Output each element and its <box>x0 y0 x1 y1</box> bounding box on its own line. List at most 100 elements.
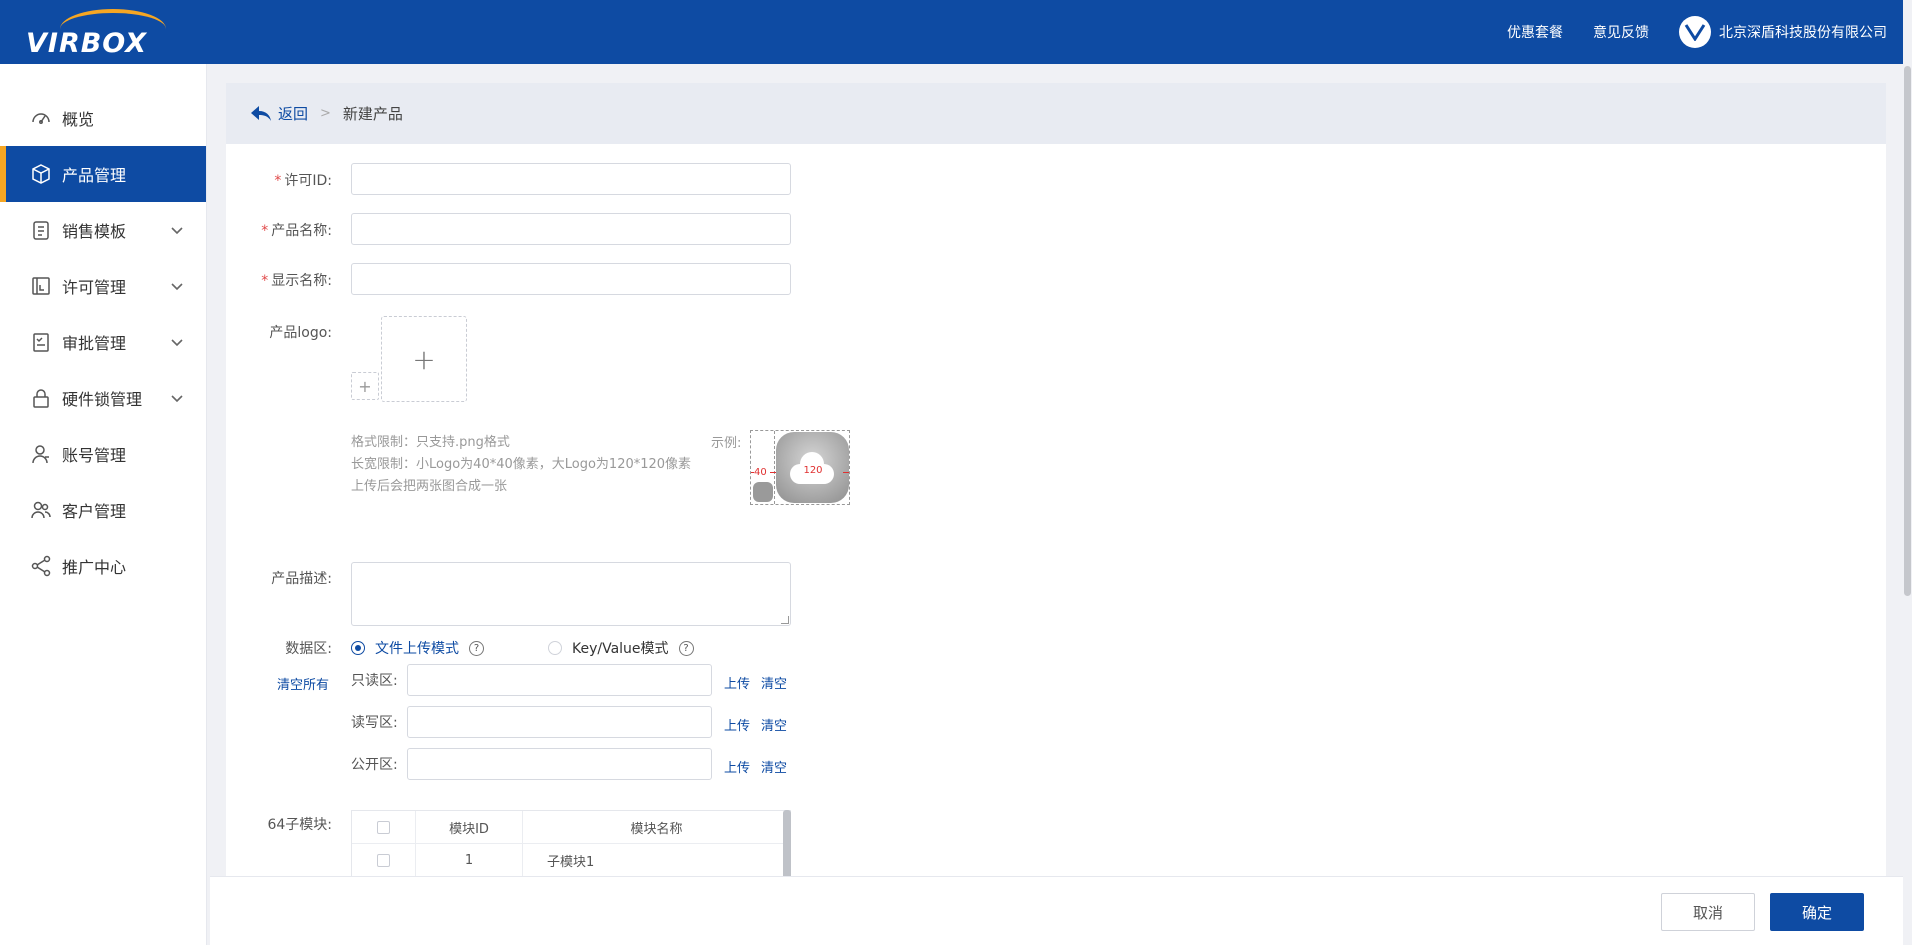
virbox-logo[interactable]: VIRBOX <box>24 8 180 59</box>
size-tick <box>843 472 849 473</box>
cancel-button[interactable]: 取消 <box>1661 893 1755 931</box>
public-upload-link[interactable]: 上传 <box>724 757 750 776</box>
readwrite-upload-link[interactable]: 上传 <box>724 715 750 734</box>
logo-label: 产品logo: <box>269 325 332 341</box>
readwrite-zone-input[interactable] <box>407 706 712 738</box>
display-name-label: * 显示名称: <box>261 273 332 289</box>
sidebar-item-label: 许可管理 <box>62 278 127 297</box>
sidebar-item-hardware-lock[interactable]: 硬件锁管理 <box>0 370 206 426</box>
dashboard-icon <box>30 107 52 129</box>
display-name-input[interactable] <box>351 263 791 295</box>
clear-all-link[interactable]: 清空所有 <box>277 674 329 693</box>
public-zone-input[interactable] <box>407 748 712 780</box>
chevron-down-icon <box>170 278 184 292</box>
top-header: VIRBOX 优惠套餐 意见反馈 北京深盾科技股份有限公司 <box>0 0 1903 64</box>
main-content: 返回 > 新建产品 * 许可ID: * 产品名称: * 显示名称: 产品logo: +… <box>226 83 1886 945</box>
sidebar-item-label: 客户管理 <box>62 502 127 521</box>
example-small-size: 40 <box>754 467 767 478</box>
module-id-cell: 1 <box>416 844 523 876</box>
product-name-input[interactable] <box>351 213 791 245</box>
readonly-upload-link[interactable]: 上传 <box>724 673 750 692</box>
sidebar-item-label: 推广中心 <box>62 558 127 577</box>
resize-grip-icon[interactable] <box>781 616 789 624</box>
column-header-module-name: 模块名称 <box>630 821 683 837</box>
feedback-link[interactable]: 意见反馈 <box>1593 22 1649 42</box>
plus-icon: + <box>358 376 372 396</box>
breadcrumb-separator-icon: > <box>320 106 331 121</box>
row-checkbox[interactable] <box>377 853 390 867</box>
help-icon[interactable]: ? <box>469 640 484 656</box>
sidebar-item-approval-management[interactable]: 审批管理 <box>0 314 206 370</box>
sidebar-item-promotion-center[interactable]: 推广中心 <box>0 538 206 594</box>
big-logo-upload[interactable]: + <box>381 316 467 402</box>
public-zone-label: 公开区: <box>351 757 398 773</box>
radio-dot <box>351 641 365 655</box>
back-button[interactable]: 返回 <box>250 103 308 124</box>
readonly-clear-link[interactable]: 清空 <box>761 673 787 692</box>
back-arrow-icon <box>251 105 271 121</box>
sidebar: 概览 产品管理 销售模板 许可管理 审批管理 硬件锁管理 账号管理 客户管理 推… <box>0 64 207 945</box>
radio-key-value-mode[interactable]: Key/Value模式 ? <box>548 638 694 658</box>
plus-icon: + <box>412 342 436 376</box>
breadcrumb: 返回 > 新建产品 <box>226 83 1886 144</box>
logo-hint-format: 格式限制：只支持.png格式 <box>351 435 510 450</box>
sidebar-item-label: 账号管理 <box>62 446 127 465</box>
sidebar-item-label: 硬件锁管理 <box>62 390 143 409</box>
logo-text: VIRBOX <box>26 28 148 59</box>
readonly-zone-input[interactable] <box>407 664 712 696</box>
public-clear-link[interactable]: 清空 <box>761 757 787 776</box>
description-textarea[interactable] <box>351 562 791 626</box>
logo-hints: 格式限制：只支持.png格式 长宽限制：小Logo为40*40像素，大Logo为… <box>351 432 691 498</box>
users-icon <box>30 499 52 521</box>
sidebar-item-label: 审批管理 <box>62 334 127 353</box>
example-label: 示例: <box>711 436 742 451</box>
sidebar-item-license-management[interactable]: 许可管理 <box>0 258 206 314</box>
example-big-cloud-icon: 120 <box>776 432 849 503</box>
share-icon <box>30 555 52 577</box>
sidebar-item-sales-template[interactable]: 销售模板 <box>0 202 206 258</box>
module-name-cell: 子模块1 <box>547 854 595 870</box>
company-menu[interactable]: 北京深盾科技股份有限公司 <box>1679 16 1887 48</box>
radio-file-upload-mode[interactable]: 文件上传模式 ? <box>351 638 484 658</box>
action-bar: 取消 确定 <box>210 876 1903 945</box>
sidebar-item-account-management[interactable]: 账号管理 <box>0 426 206 482</box>
sidebar-item-overview[interactable]: 概览 <box>0 90 206 146</box>
confirm-button[interactable]: 确定 <box>1770 893 1864 931</box>
table-header-row: 模块ID 模块名称 <box>352 811 790 844</box>
chevron-down-icon <box>170 334 184 348</box>
size-tick <box>751 472 754 473</box>
clipboard-icon <box>30 219 52 241</box>
column-header-module-id: 模块ID <box>416 811 523 843</box>
logo-hint-merge: 上传后会把两张图合成一张 <box>351 479 508 494</box>
modules-table: 模块ID 模块名称 1 子模块1 <box>351 810 791 878</box>
logo-hint-size: 长宽限制：小Logo为40*40像素，大Logo为120*120像素 <box>351 457 692 472</box>
back-label: 返回 <box>278 105 309 123</box>
license-icon <box>30 275 52 297</box>
page-scrollbar[interactable] <box>1903 0 1912 945</box>
sidebar-item-label: 概览 <box>62 110 95 129</box>
promo-link[interactable]: 优惠套餐 <box>1507 22 1563 42</box>
lock-icon <box>30 387 52 409</box>
data-area-label: 数据区: <box>285 641 332 657</box>
help-icon[interactable]: ? <box>678 640 694 656</box>
description-label: 产品描述: <box>271 571 332 587</box>
sidebar-item-product-management[interactable]: 产品管理 <box>0 146 206 202</box>
select-all-checkbox[interactable] <box>377 820 390 834</box>
small-logo-upload[interactable]: + <box>351 372 379 400</box>
modules-label: 64子模块: <box>267 817 332 833</box>
chevron-down-icon <box>170 390 184 404</box>
table-row[interactable]: 1 子模块1 <box>352 844 790 877</box>
readwrite-zone-label: 读写区: <box>351 715 398 731</box>
readwrite-clear-link[interactable]: 清空 <box>761 715 787 734</box>
sidebar-item-customer-management[interactable]: 客户管理 <box>0 482 206 538</box>
user-icon <box>30 443 52 465</box>
page-scrollbar-thumb[interactable] <box>1904 66 1911 596</box>
license-id-input[interactable] <box>351 163 791 195</box>
box-icon <box>30 163 52 185</box>
company-logo-icon <box>1679 16 1711 48</box>
approval-icon <box>30 331 52 353</box>
page-title: 新建产品 <box>342 105 403 123</box>
logo-example: 40 120 <box>750 430 850 505</box>
table-scrollbar[interactable] <box>783 810 791 880</box>
sidebar-item-label: 销售模板 <box>62 222 127 241</box>
